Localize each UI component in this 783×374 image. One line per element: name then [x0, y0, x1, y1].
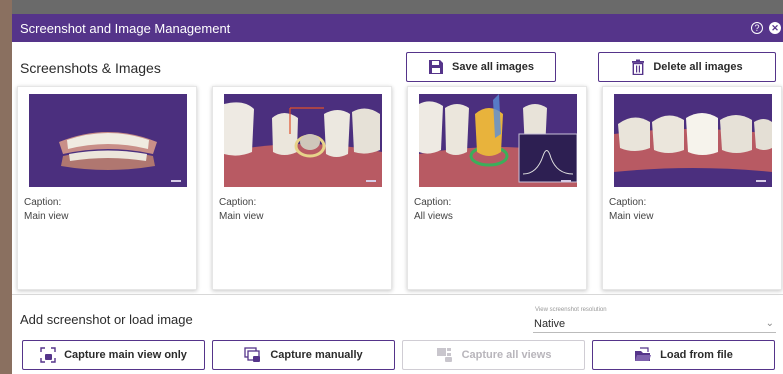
trash-icon [631, 59, 645, 75]
capture-manually-button[interactable]: Capture manually [212, 340, 395, 370]
capture-manual-icon [244, 347, 262, 363]
capture-main-view-label: Capture main view only [64, 349, 187, 361]
capture-all-icon [436, 347, 454, 363]
folder-open-icon [634, 347, 652, 363]
capture-manually-label: Capture manually [270, 349, 363, 361]
caption-label: Caption: [609, 197, 647, 208]
background-scene [0, 0, 12, 374]
delete-all-images-button[interactable]: Delete all images [598, 52, 776, 82]
title-bar: Screenshot and Image Management ? ✕ [12, 14, 783, 42]
caption-text: Main view [24, 211, 69, 222]
caption-text: All views [414, 211, 453, 222]
image-thumbnail[interactable] [29, 94, 187, 187]
help-icon[interactable]: ? [751, 22, 763, 34]
image-card[interactable]: Caption: Main view [212, 86, 392, 290]
caption-text: Main view [609, 211, 654, 222]
add-screenshot-title: Add screenshot or load image [20, 312, 193, 327]
chevron-down-icon: ⌄ [765, 318, 774, 329]
caption-label: Caption: [219, 197, 257, 208]
close-icon[interactable]: ✕ [769, 22, 781, 34]
window-title: Screenshot and Image Management [20, 20, 231, 36]
image-thumbnail[interactable] [614, 94, 772, 187]
save-icon [428, 59, 444, 75]
load-from-file-button[interactable]: Load from file [592, 340, 775, 370]
image-card[interactable]: Caption: All views [407, 86, 587, 290]
image-card[interactable]: Caption: Main view [17, 86, 197, 290]
image-card[interactable]: Caption: Main view [602, 86, 782, 290]
section-title: Screenshots & Images [20, 60, 161, 76]
resolution-value: Native [534, 317, 566, 330]
section-divider [12, 294, 783, 295]
screenshot-management-dialog: Screenshot and Image Management ? ✕ Scre… [12, 14, 783, 374]
capture-main-icon [40, 347, 56, 363]
caption-text: Main view [219, 211, 264, 222]
save-all-images-button[interactable]: Save all images [406, 52, 556, 82]
capture-main-view-button[interactable]: Capture main view only [22, 340, 205, 370]
caption-label: Caption: [24, 197, 62, 208]
capture-all-views-button[interactable]: Capture all views [402, 340, 585, 370]
save-all-images-label: Save all images [452, 61, 534, 73]
resolution-label: View screenshot resolution [535, 307, 607, 313]
capture-all-views-label: Capture all views [461, 349, 552, 361]
load-from-file-label: Load from file [660, 349, 733, 361]
resolution-select[interactable]: Native ⌄ [533, 315, 776, 333]
image-thumbnail[interactable] [224, 94, 382, 187]
caption-label: Caption: [414, 197, 452, 208]
delete-all-images-label: Delete all images [653, 61, 743, 73]
image-thumbnail[interactable] [419, 94, 577, 187]
